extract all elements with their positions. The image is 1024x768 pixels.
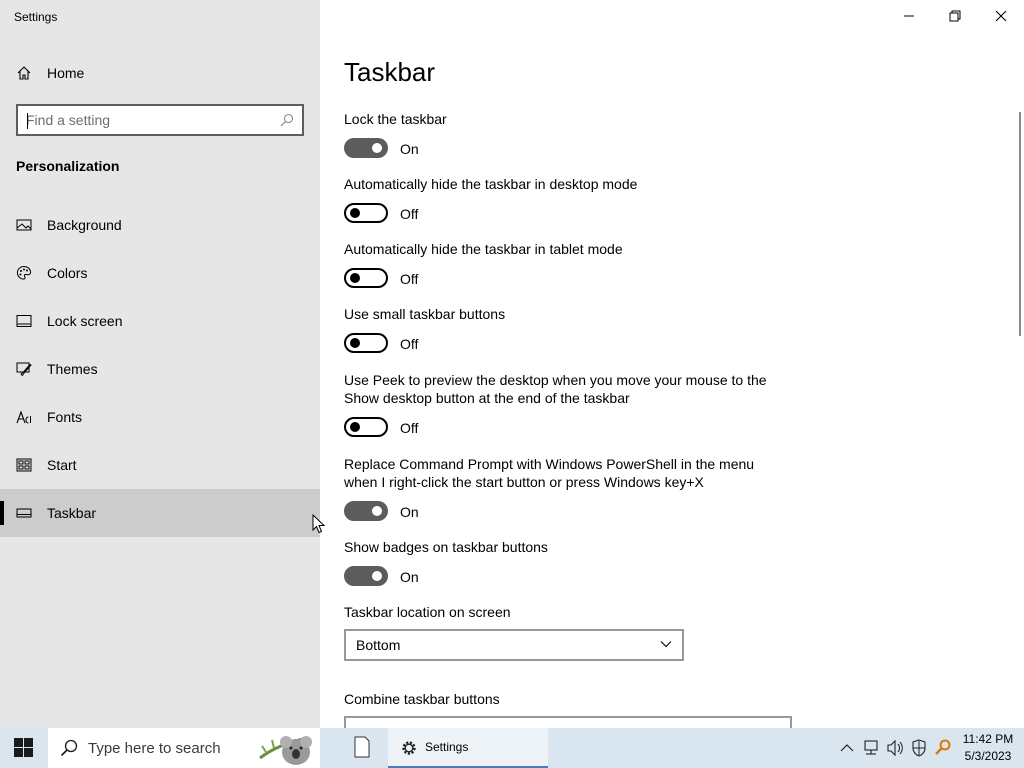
toggle-knob: [372, 571, 382, 581]
sidebar-item-colors[interactable]: Colors: [0, 249, 320, 297]
document-icon: [354, 736, 370, 758]
security-shield-icon[interactable]: [910, 728, 928, 768]
badges-toggle[interactable]: [344, 566, 388, 586]
sidebar-item-label: Colors: [47, 265, 88, 281]
setting-label-lock-taskbar: Lock the taskbar: [344, 111, 447, 127]
toggle-knob: [350, 422, 360, 432]
koala-illustration-icon: [259, 736, 312, 765]
search-icon[interactable]: [280, 113, 294, 127]
close-icon: [995, 10, 1007, 22]
windows-logo-icon: [14, 738, 33, 757]
toggle-state-text: Off: [400, 271, 419, 287]
sidebar-item-label: Lock screen: [47, 313, 123, 329]
picture-icon: [16, 219, 32, 231]
setting-label-autohide-tablet: Automatically hide the taskbar in tablet…: [344, 241, 623, 257]
dropdown-value: Bottom: [356, 637, 401, 653]
sidebar-item-label: Fonts: [47, 409, 83, 425]
section-title: Personalization: [16, 158, 120, 174]
autohide-tablet-toggle[interactable]: [344, 268, 388, 288]
toggle-state-text: Off: [400, 336, 419, 352]
sidebar-item-label: Background: [47, 217, 122, 233]
taskbar-search-text: Type here to search: [88, 740, 221, 757]
close-button[interactable]: [978, 0, 1024, 32]
setting-label-autohide-desktop: Automatically hide the taskbar in deskto…: [344, 176, 638, 192]
start-tiles-icon: [16, 458, 32, 472]
sidebar-item-taskbar[interactable]: Taskbar: [0, 489, 320, 537]
toggle-knob: [350, 273, 360, 283]
toggle-knob: [372, 143, 382, 153]
setting-label-powershell: Replace Command Prompt with Windows Powe…: [344, 456, 755, 490]
text-caret: [27, 113, 28, 129]
toggle-state-text: Off: [400, 206, 419, 222]
sidebar-item-themes[interactable]: Themes: [0, 345, 320, 393]
peek-toggle[interactable]: [344, 417, 388, 437]
key-search-icon[interactable]: [934, 728, 952, 768]
toggle-state-text: On: [400, 141, 419, 157]
clock-time: 11:42 PM: [962, 732, 1014, 746]
toggle-state-text: On: [400, 504, 419, 520]
clock-date: 5/3/2023: [964, 749, 1012, 763]
taskbar: Type here to search Settings 11:42 PM 5/…: [0, 728, 1024, 768]
autohide-desktop-toggle[interactable]: [344, 203, 388, 223]
taskbar-file-app-button[interactable]: [340, 728, 388, 768]
sidebar-item-label: Start: [47, 457, 77, 473]
setting-label-small-buttons: Use small taskbar buttons: [344, 306, 506, 322]
volume-icon[interactable]: [886, 728, 904, 768]
sidebar-item-background[interactable]: Background: [0, 201, 320, 249]
search-icon: [60, 739, 78, 757]
minimize-icon: [904, 15, 914, 17]
toggle-state-text: Off: [400, 420, 419, 436]
toggle-knob: [350, 338, 360, 348]
taskbar-location-label: Taskbar location on screen: [344, 604, 511, 620]
page-title: Taskbar: [344, 57, 436, 87]
home-nav-item[interactable]: Home: [0, 56, 320, 90]
network-icon[interactable]: [862, 728, 880, 768]
sidebar-item-lock-screen[interactable]: Lock screen: [0, 297, 320, 345]
restore-button[interactable]: [932, 0, 978, 32]
toggle-knob: [350, 208, 360, 218]
taskbar-settings-label: Settings: [425, 740, 469, 754]
sidebar-item-label: Themes: [47, 361, 98, 377]
combine-buttons-label: Combine taskbar buttons: [344, 691, 500, 707]
taskbar-icon: [16, 508, 32, 518]
chevron-up-icon[interactable]: [838, 728, 856, 768]
minimize-button[interactable]: [886, 0, 932, 32]
lock-taskbar-toggle[interactable]: [344, 138, 388, 158]
selection-indicator: [0, 501, 4, 525]
sidebar: Settings Home Personalization Background…: [0, 0, 320, 728]
palette-icon: [16, 265, 32, 280]
system-clock[interactable]: 11:42 PM 5/3/2023: [958, 731, 1018, 765]
scrollbar[interactable]: [1019, 112, 1021, 336]
gear-icon: [402, 741, 416, 755]
restore-icon: [949, 10, 961, 22]
home-label: Home: [47, 65, 85, 81]
app-title: Settings: [14, 10, 58, 24]
setting-label-badges: Show badges on taskbar buttons: [344, 539, 548, 555]
home-icon: [17, 66, 31, 80]
font-icon: [16, 410, 31, 424]
setting-label-peek: Use Peek to preview the desktop when you…: [344, 372, 767, 406]
sidebar-item-start[interactable]: Start: [0, 441, 320, 489]
start-button[interactable]: [0, 728, 48, 768]
find-setting-search-box[interactable]: [16, 104, 304, 136]
search-input[interactable]: [26, 111, 276, 129]
mouse-cursor-icon: [312, 514, 326, 534]
sidebar-item-fonts[interactable]: Fonts: [0, 393, 320, 441]
taskbar-settings-app-button[interactable]: Settings: [388, 728, 548, 768]
chevron-down-icon: [660, 641, 672, 648]
small-buttons-toggle[interactable]: [344, 333, 388, 353]
lock-screen-icon: [16, 315, 32, 327]
sidebar-item-label: Taskbar: [47, 505, 97, 521]
toggle-knob: [372, 506, 382, 516]
toggle-state-text: On: [400, 569, 419, 585]
taskbar-location-dropdown[interactable]: Bottom: [344, 629, 684, 661]
brush-icon: [16, 362, 32, 377]
powershell-toggle[interactable]: [344, 501, 388, 521]
